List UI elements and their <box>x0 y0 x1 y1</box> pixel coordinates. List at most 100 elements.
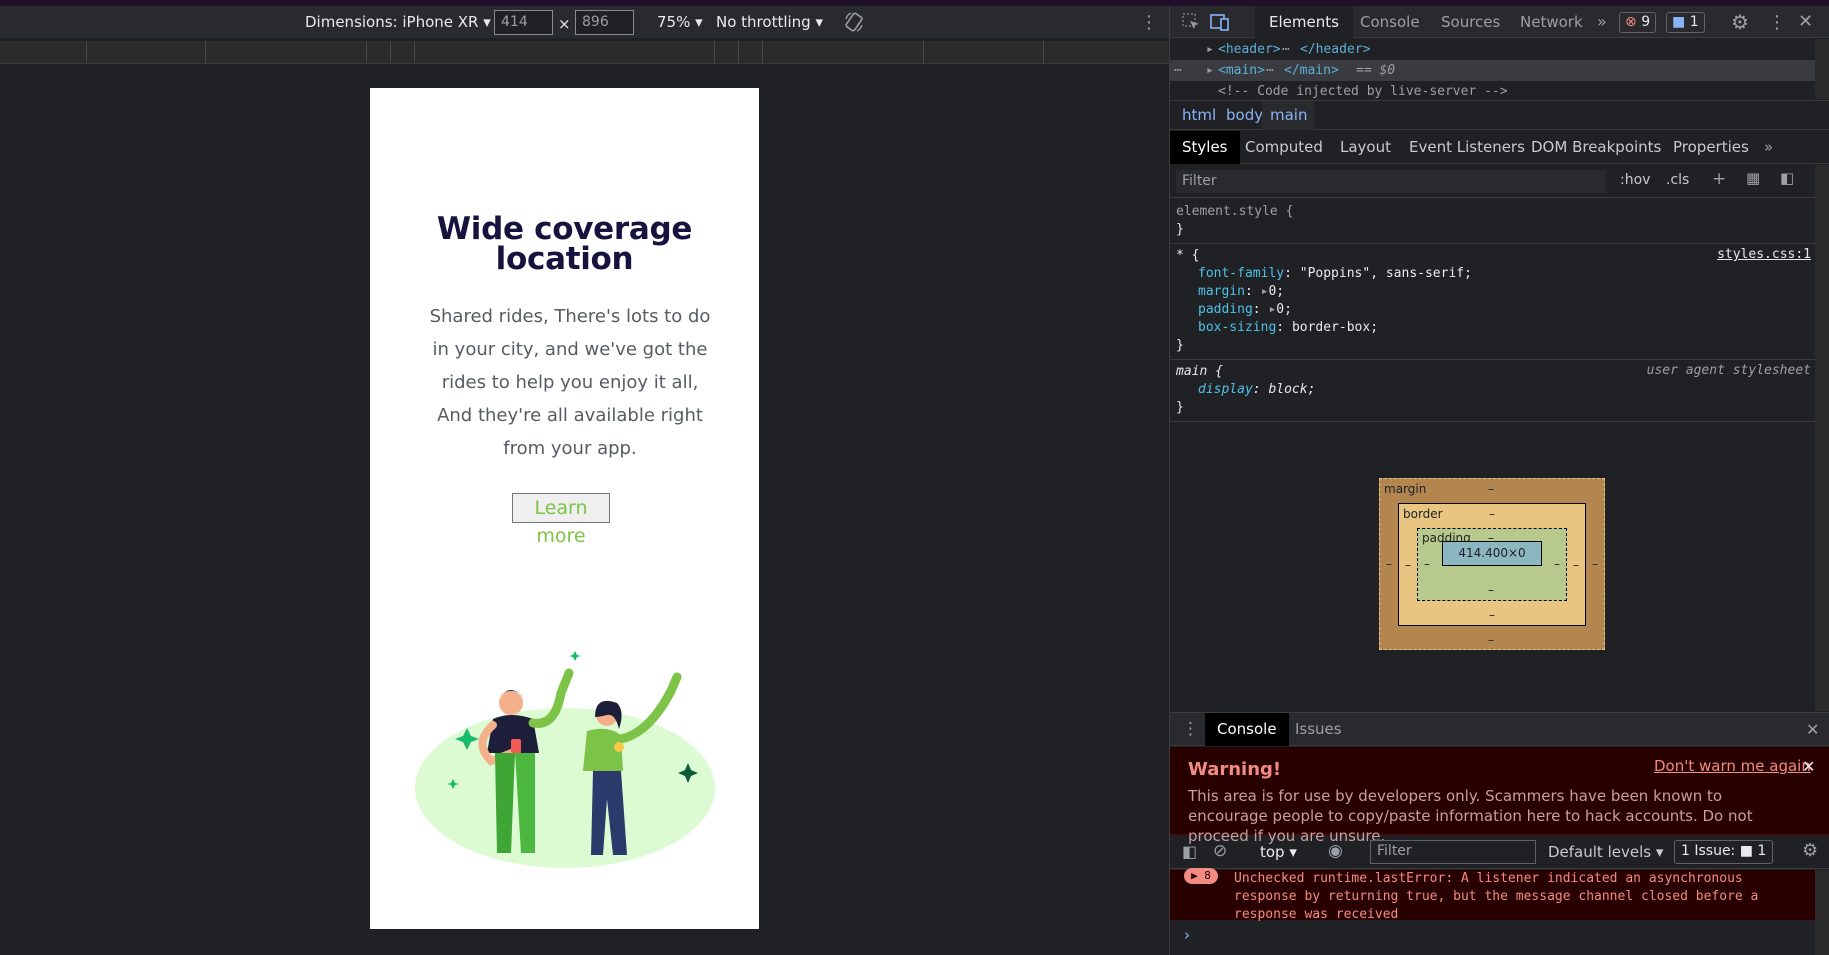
breadcrumb-html[interactable]: html <box>1174 101 1224 130</box>
border-right-value[interactable]: – <box>1573 558 1579 572</box>
console-toolbar: ◧ ⊘ top ▾ ◉ Filter Default levels ▾ 1 Is… <box>1170 836 1829 869</box>
box-model-border[interactable]: border – – – – padding – – – – 414.400×0 <box>1398 503 1586 626</box>
expand-arrow-icon[interactable]: ▸ <box>1206 60 1214 81</box>
box-model-diagram[interactable]: margin – – – – border – – – – padding – … <box>1379 478 1605 650</box>
tab-sources[interactable]: Sources <box>1441 6 1500 38</box>
device-height-input[interactable]: 896 <box>575 10 634 35</box>
device-toggle-icon[interactable] <box>1210 13 1230 31</box>
tab-layout[interactable]: Layout <box>1340 131 1391 164</box>
drawer-tab-issues[interactable]: Issues <box>1295 713 1342 746</box>
log-levels-select[interactable]: Default levels ▾ <box>1548 843 1663 861</box>
css-declaration[interactable]: font-family: "Poppins", sans-serif; <box>1176 265 1809 283</box>
drawer-menu-icon[interactable]: ⋮ <box>1182 713 1199 746</box>
error-count-badge[interactable]: ⊗ 9 <box>1619 12 1657 33</box>
box-model-padding[interactable]: padding – – – – 414.400×0 <box>1417 528 1567 601</box>
comment-text: <!-- Code injected by live-server --> <box>1218 84 1508 99</box>
device-dimensions-select[interactable]: Dimensions: iPhone XR ▾ <box>305 13 491 31</box>
dismiss-warning-icon[interactable]: ✕ <box>1802 757 1815 776</box>
console-settings-gear-icon[interactable]: ⚙ <box>1802 840 1818 861</box>
margin-left-value[interactable]: – <box>1386 557 1392 571</box>
drawer-tab-console[interactable]: Console <box>1205 713 1289 746</box>
ellipsis-icon[interactable]: ⋯ <box>1282 39 1290 60</box>
styles-filter-input[interactable]: Filter <box>1176 170 1606 193</box>
css-property-value[interactable]: border-box; <box>1292 320 1378 335</box>
dom-node-header[interactable]: ▸ <header> ⋯ </header> <box>1170 39 1815 60</box>
css-declaration[interactable]: padding: ▸0; <box>1176 301 1809 319</box>
margin-bottom-value[interactable]: – <box>1488 633 1494 647</box>
learn-more-button[interactable]: Learn more <box>512 493 610 547</box>
inspect-element-icon[interactable] <box>1182 13 1200 31</box>
console-message-text: Unchecked runtime.lastError: A listener … <box>1234 871 1759 922</box>
more-subtabs-icon[interactable]: » <box>1764 131 1773 164</box>
css-property-value[interactable]: 0; <box>1276 302 1292 317</box>
ellipsis-icon[interactable]: ⋯ <box>1266 60 1274 81</box>
devtools-main-tabs: Elements Console Sources Network » ⊗ 9 ■… <box>1170 6 1829 38</box>
issues-counter[interactable]: 1 Issue: ■ 1 <box>1674 840 1774 864</box>
throttling-select[interactable]: No throttling ▾ <box>716 13 823 31</box>
sidebar-toggle-icon[interactable]: ◧ <box>1780 169 1794 187</box>
main-ua-rule[interactable]: user agent stylesheet main { display: bl… <box>1170 360 1815 422</box>
more-options-icon[interactable]: ⋮ <box>1140 12 1158 33</box>
context-select[interactable]: top ▾ <box>1260 843 1297 861</box>
padding-right-value[interactable]: – <box>1554 557 1560 571</box>
expand-arrow-icon[interactable]: ▸ <box>1206 39 1214 60</box>
css-declaration[interactable]: margin: ▸0; <box>1176 283 1809 301</box>
border-bottom-value[interactable]: – <box>1489 608 1495 622</box>
message-count-badge[interactable]: ■ 1 <box>1666 12 1705 33</box>
tab-dom-breakpoints[interactable]: DOM Breakpoints <box>1531 131 1661 164</box>
console-prompt-icon[interactable]: › <box>1184 926 1190 944</box>
universal-rule[interactable]: styles.css:1 * { font-family: "Poppins",… <box>1170 244 1815 360</box>
close-devtools-icon[interactable]: ✕ <box>1798 11 1813 32</box>
new-rule-icon[interactable]: + <box>1712 169 1726 189</box>
more-tabs-icon[interactable]: » <box>1597 12 1607 31</box>
breadcrumb-main[interactable]: main <box>1262 101 1316 130</box>
tab-network[interactable]: Network <box>1520 6 1583 38</box>
repeat-count-badge[interactable]: ▶ 8 <box>1184 868 1218 884</box>
media-query-ruler[interactable] <box>0 41 1169 64</box>
css-property-value[interactable]: "Poppins", sans-serif; <box>1300 266 1472 281</box>
padding-left-value[interactable]: – <box>1424 557 1430 571</box>
hov-toggle[interactable]: :hov <box>1620 172 1650 188</box>
border-left-value[interactable]: – <box>1405 558 1411 572</box>
margin-top-value[interactable]: – <box>1488 482 1494 496</box>
console-scrollbar[interactable] <box>1815 870 1829 955</box>
console-sidebar-icon[interactable]: ◧ <box>1182 842 1197 861</box>
user-agent-source: user agent stylesheet <box>1646 363 1811 378</box>
console-filter-input[interactable]: Filter <box>1370 840 1536 864</box>
styles-subtabs: Styles Computed Layout Event Listeners D… <box>1170 131 1829 164</box>
dont-warn-again-link[interactable]: Don't warn me again <box>1654 757 1811 775</box>
dom-scrollbar[interactable] <box>1815 39 1829 99</box>
css-property-value[interactable]: 0; <box>1268 284 1284 299</box>
border-top-value[interactable]: – <box>1489 507 1495 521</box>
padding-bottom-value[interactable]: – <box>1488 583 1494 597</box>
css-declaration: display: block; <box>1198 382 1316 397</box>
dom-node-main[interactable]: ⋯ ▸ <main> ⋯ </main> == $0 <box>1170 60 1815 81</box>
styles-scrollbar[interactable] <box>1815 165 1829 711</box>
message-count: 1 <box>1689 14 1699 30</box>
dom-node-comment[interactable]: <!-- Code injected by live-server --> <box>1170 81 1815 99</box>
settings-gear-icon[interactable]: ⚙ <box>1731 10 1749 34</box>
rule-source-link[interactable]: styles.css:1 <box>1717 247 1811 262</box>
tab-styles[interactable]: Styles <box>1170 131 1240 164</box>
device-width-input[interactable]: 414 <box>494 10 553 35</box>
devtools-menu-icon[interactable]: ⋮ <box>1768 12 1786 33</box>
clear-console-icon[interactable]: ⊘ <box>1213 841 1227 861</box>
tab-console[interactable]: Console <box>1360 6 1420 38</box>
paint-brush-icon[interactable]: ▦ <box>1746 169 1760 187</box>
tab-properties[interactable]: Properties <box>1673 131 1749 164</box>
close-drawer-icon[interactable]: ✕ <box>1806 713 1819 746</box>
console-error-message[interactable]: ▶ 8 Unchecked runtime.lastError: A liste… <box>1170 868 1815 922</box>
tab-computed[interactable]: Computed <box>1245 131 1323 164</box>
css-declaration[interactable]: box-sizing: border-box; <box>1176 319 1809 337</box>
tab-elements[interactable]: Elements <box>1255 6 1353 38</box>
margin-right-value[interactable]: – <box>1592 557 1598 571</box>
warning-title: Warning! <box>1188 759 1282 780</box>
rotate-icon[interactable] <box>843 11 865 33</box>
element-style-rule[interactable]: element.style { } <box>1170 200 1815 244</box>
box-model-content-size[interactable]: 414.400×0 <box>1442 541 1542 566</box>
node-actions-icon[interactable]: ⋯ <box>1174 60 1182 81</box>
zoom-select[interactable]: 75% ▾ <box>657 13 703 31</box>
cls-toggle[interactable]: .cls <box>1666 172 1689 188</box>
tab-event-listeners[interactable]: Event Listeners <box>1409 131 1525 164</box>
live-expression-eye-icon[interactable]: ◉ <box>1328 841 1343 861</box>
